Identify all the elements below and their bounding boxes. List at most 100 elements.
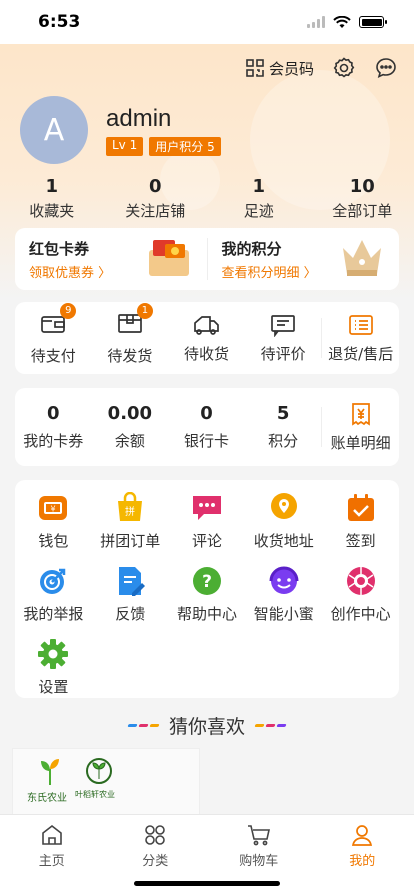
services-grid: ¥ 钱包 拼 拼团订单 评论 收货地址 签到 我的举报 反馈 ? 帮助中心 智能… (15, 492, 399, 697)
stat-all-orders[interactable]: 10 全部订单 (311, 176, 414, 221)
service-group-buy-orders[interactable]: 拼 拼团订单 (92, 492, 169, 551)
points-entry[interactable]: 我的积分 查看积分明细 〉 (208, 228, 400, 290)
home-indicator[interactable] (134, 881, 280, 886)
location-icon (270, 493, 297, 519)
wallet-row: 0 我的卡券 0.00 余额 0 银行卡 5 积分 账单明细 (15, 388, 399, 466)
wallet-bill-details[interactable]: 账单明细 (322, 402, 399, 453)
cart-icon (247, 825, 270, 846)
service-creator-center[interactable]: 创作中心 (322, 565, 399, 624)
wallet-balance[interactable]: 0.00 余额 (92, 403, 169, 451)
stats-row: 1 收藏夹 0 关注店铺 1 足迹 10 全部订单 (0, 176, 414, 221)
service-label: 签到 (345, 532, 376, 550)
order-returns[interactable]: 退货/售后 (322, 313, 399, 364)
wallet-icon: ¥ (39, 496, 68, 520)
stat-followed-shops[interactable]: 0 关注店铺 (104, 176, 208, 221)
user-icon (352, 825, 373, 846)
bill-icon (351, 402, 370, 426)
order-label: 退货/售后 (328, 344, 394, 363)
stat-favorites[interactable]: 1 收藏夹 (0, 176, 104, 221)
settings-icon[interactable] (332, 56, 356, 80)
wallet-label: 银行卡 (183, 432, 229, 450)
service-wallet[interactable]: ¥ 钱包 (15, 492, 92, 551)
qrcode-icon (246, 59, 264, 77)
services-card: ¥ 钱包 拼 拼团订单 评论 收货地址 签到 我的举报 反馈 ? 帮助中心 智能… (15, 480, 399, 698)
service-label: 智能小蜜 (253, 605, 314, 623)
brand-name-1: 东氏农业 (27, 793, 67, 804)
signal-icon (307, 16, 325, 28)
home-icon (41, 824, 62, 845)
service-smart-assistant[interactable]: 智能小蜜 (245, 565, 322, 624)
order-label: 待支付 (30, 346, 76, 365)
service-shipping-address[interactable]: 收货地址 (245, 492, 322, 551)
stat-number: 1 (45, 176, 59, 197)
service-settings[interactable]: 设置 (15, 638, 92, 697)
svg-text:拼: 拼 (125, 505, 135, 518)
stat-footprints[interactable]: 1 足迹 (207, 176, 311, 221)
tab-home[interactable]: 主页 (0, 815, 104, 896)
message-icon[interactable] (374, 56, 398, 80)
wallet-label: 我的卡券 (23, 432, 84, 450)
brand-name-2: 叶稻轩农业 (75, 790, 115, 799)
wallet-value: 5 (276, 403, 290, 424)
points-badge: 用户积分 5 (149, 136, 221, 156)
guess-you-like-header: 猜你喜欢 (0, 712, 414, 739)
order-pending-receipt[interactable]: 待收货 (168, 313, 245, 364)
order-icon-wrap: 9 (40, 302, 77, 339)
order-label: 待收货 (183, 344, 229, 363)
wallet-coupons[interactable]: 0 我的卡券 (15, 403, 92, 451)
camera-icon (346, 567, 375, 595)
gear-icon (38, 639, 69, 669)
member-code-button[interactable]: 会员码 (245, 58, 314, 79)
service-check-in[interactable]: 签到 (322, 492, 399, 551)
coupon-entry[interactable]: 红包卡券 领取优惠券 〉 (15, 228, 207, 290)
order-pending-shipment[interactable]: 1 待发货 (92, 302, 169, 366)
avatar[interactable]: A (20, 96, 88, 164)
order-badge: 9 (60, 302, 77, 319)
comment-icon (192, 496, 221, 520)
service-label: 我的举报 (23, 605, 84, 623)
service-comments[interactable]: 评论 (169, 492, 246, 551)
status-icons (307, 15, 387, 29)
service-label: 创作中心 (330, 605, 391, 623)
wallet-points[interactable]: 5 积分 (245, 403, 322, 451)
wallet-label: 账单明细 (330, 433, 391, 452)
service-label: 钱包 (38, 532, 69, 550)
tab-mine[interactable]: 我的 (311, 815, 414, 896)
tab-label: 主页 (38, 854, 65, 869)
profile-section[interactable]: A admin Lv 1 用户积分 5 (20, 96, 221, 164)
stat-number: 0 (148, 176, 162, 197)
crown-icon (343, 240, 381, 276)
category-icon (145, 825, 166, 845)
status-bar: 6:53 (0, 0, 414, 44)
order-label: 待评价 (260, 344, 306, 363)
order-pending-payment[interactable]: 9 待支付 (15, 302, 92, 366)
tab-label: 购物车 (239, 854, 279, 869)
orders-row: 9 待支付 1 待发货 待收货 待评价 退货/售后 (15, 302, 399, 374)
wallet-value: 0.00 (107, 403, 153, 424)
service-label: 拼团订单 (100, 532, 161, 550)
wallet-value: 0 (200, 403, 213, 424)
stat-label: 全部订单 (332, 202, 393, 220)
guess-title: 猜你喜欢 (168, 716, 245, 738)
order-pending-review[interactable]: 待评价 (245, 313, 322, 364)
order-icon-wrap: 1 (117, 302, 153, 339)
brand-logo-rice (86, 758, 112, 784)
profile-badges: Lv 1 用户积分 5 (106, 136, 221, 156)
return-icon (348, 314, 373, 335)
tab-label: 我的 (349, 854, 376, 869)
svg-text:¥: ¥ (51, 505, 56, 514)
member-code-label: 会员码 (268, 59, 314, 78)
assistant-icon (269, 566, 299, 594)
service-help-center[interactable]: ? 帮助中心 (169, 565, 246, 624)
calendar-icon (347, 494, 374, 521)
product-card[interactable]: 东氏农业 叶稻轩农业 (12, 748, 200, 818)
tab-label: 分类 (142, 854, 169, 869)
wallet-bank-cards[interactable]: 0 银行卡 (168, 403, 245, 451)
edit-icon (119, 567, 146, 596)
service-my-reports[interactable]: 我的举报 (15, 565, 92, 624)
service-label: 评论 (191, 532, 222, 550)
wallet-label: 积分 (268, 432, 299, 450)
promo-card: 红包卡券 领取优惠券 〉 我的积分 查看积分明细 〉 (15, 228, 399, 290)
red-envelope-icon (148, 240, 189, 276)
service-feedback[interactable]: 反馈 (92, 565, 169, 624)
